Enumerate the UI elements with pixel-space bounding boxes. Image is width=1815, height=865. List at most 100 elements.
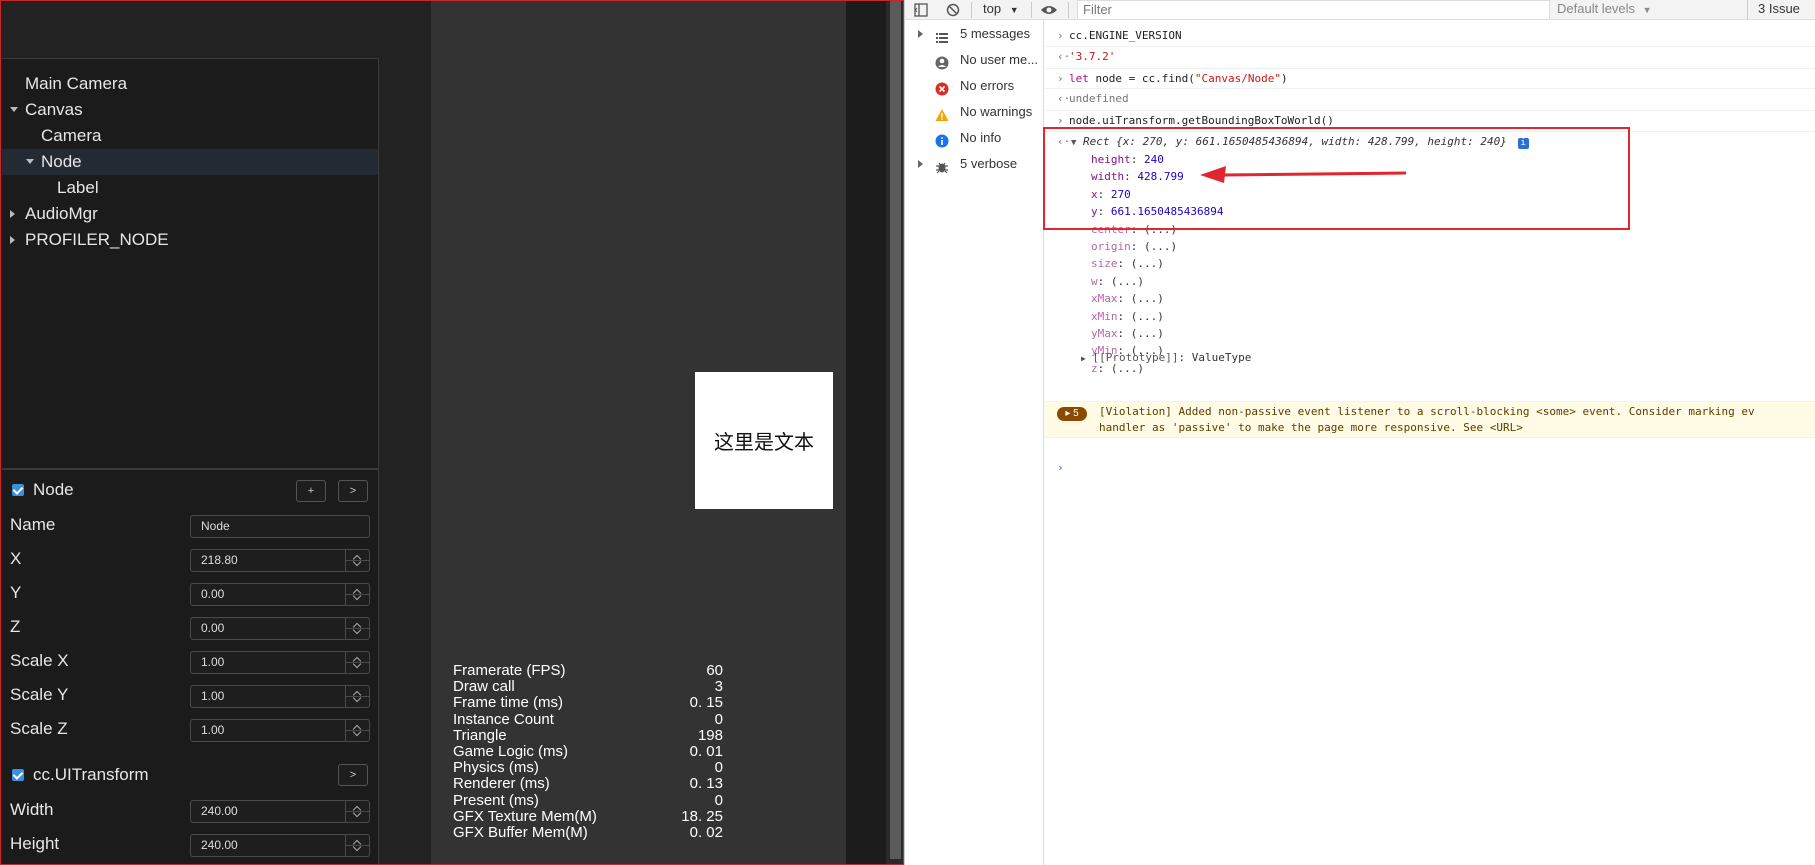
console-filter-label: No user me... <box>960 52 1039 67</box>
field-input[interactable]: 218.80 <box>190 549 370 572</box>
field-input[interactable]: 0.00 <box>190 617 370 640</box>
property-separator: : <box>1097 274 1111 288</box>
spinner-arrows-icon[interactable] <box>345 550 369 571</box>
profiler-metric-value: 60 <box>706 662 723 679</box>
expand-arrow-icon[interactable] <box>918 160 923 168</box>
console-filter-item[interactable]: No errors <box>905 73 1044 99</box>
profiler-metric-value: 0. 02 <box>689 823 723 841</box>
prototype-row[interactable]: ▶ [[Prototype]]: ValueType <box>1081 349 1251 366</box>
prototype-value: ValueType <box>1191 351 1252 364</box>
profiler-metric-name: Game Logic (ms) <box>453 742 569 760</box>
profiler-row: Triangle 198 <box>453 727 723 744</box>
profiler-row: Renderer (ms) 0. 13 <box>453 776 723 792</box>
profiler-row: Present (ms) 0 <box>453 792 723 809</box>
field-value: 218.80 <box>201 553 238 567</box>
spinner-arrows-icon[interactable] <box>345 686 369 707</box>
scrollbar[interactable] <box>886 1 903 864</box>
toolbar-divider <box>971 2 972 18</box>
hierarchy-item-label: Node <box>41 152 82 171</box>
field-input[interactable]: 1.00 <box>190 651 370 674</box>
rect-property-row[interactable]: size: (...) <box>1091 255 1164 272</box>
spinner-arrows-icon[interactable] <box>345 584 369 605</box>
hierarchy-item[interactable]: PROFILER_NODE <box>2 227 378 253</box>
field-value: Node <box>201 519 230 533</box>
console-filter-item[interactable]: No info <box>905 125 1044 151</box>
scrollbar-thumb[interactable] <box>890 1 901 859</box>
console-prompt[interactable]: › <box>1045 458 1815 478</box>
info-icon <box>935 131 949 148</box>
field-input[interactable]: 1.00 <box>190 685 370 708</box>
console-filter-item[interactable]: No warnings <box>905 99 1044 125</box>
rect-property-row[interactable]: xMin: (...) <box>1091 308 1164 325</box>
context-select[interactable]: top ▼ <box>983 0 1019 20</box>
field-value: 0.00 <box>201 587 225 601</box>
user-icon <box>935 53 949 70</box>
hierarchy-item[interactable]: Canvas <box>2 97 378 123</box>
console-result-line: ‹· '3.7.2' <box>1045 46 1815 66</box>
console-filter-label: No errors <box>960 78 1015 93</box>
console-filter-item[interactable]: No user me... <box>905 47 1044 73</box>
uitransform-enabled-checkbox[interactable] <box>12 769 24 781</box>
issues-button[interactable]: 3 Issue <box>1747 0 1815 20</box>
spinner-arrows-icon[interactable] <box>345 801 369 822</box>
violation-warning: ▸ 5 [Violation] Added non-passive event … <box>1045 401 1815 438</box>
console-input-line: › let node = cc.find("Canvas/Node") <box>1045 68 1815 88</box>
property-key: size <box>1091 257 1118 271</box>
hierarchy-item[interactable]: AudioMgr <box>2 201 378 227</box>
hierarchy-item-label: Label <box>57 178 99 197</box>
list-icon <box>935 27 949 43</box>
field-input[interactable]: 0.00 <box>190 583 370 606</box>
property-separator: : <box>1117 292 1131 306</box>
annotation-arrow <box>1200 166 1407 183</box>
collapse-arrow-icon[interactable] <box>10 210 15 218</box>
rect-property-row[interactable]: w: (...) <box>1091 273 1144 290</box>
field-value: 1.00 <box>201 655 225 669</box>
property-value: (...) <box>1130 327 1164 340</box>
command-text: let node = cc.find("Canvas/Node") <box>1069 69 1288 89</box>
spinner-arrows-icon[interactable] <box>345 720 369 741</box>
expand-arrow-icon[interactable] <box>918 30 923 38</box>
label-text: 这里是文本 <box>714 432 814 454</box>
expand-arrow-icon[interactable] <box>26 159 34 164</box>
field-label: Z <box>10 617 21 636</box>
profiler-metric-name: Frame time (ms) <box>453 694 563 712</box>
hierarchy-item[interactable]: Main Camera <box>2 71 378 97</box>
node-expand-button[interactable]: > <box>338 480 368 502</box>
hierarchy-item[interactable]: Label <box>2 175 378 201</box>
add-component-button[interactable]: + <box>296 480 326 502</box>
field-input[interactable]: 240.00 <box>190 834 370 857</box>
viewport-right-margin <box>846 1 886 864</box>
node-enabled-checkbox[interactable] <box>12 484 24 496</box>
property-separator: : <box>1117 309 1131 323</box>
field-input[interactable]: 1.00 <box>190 719 370 742</box>
field-label: Scale X <box>10 651 69 670</box>
rect-property-row[interactable]: origin: (...) <box>1091 238 1177 255</box>
profiler-row: Frame time (ms) 0. 15 <box>453 695 723 711</box>
hierarchy-item-label: PROFILER_NODE <box>25 230 169 249</box>
profiler-metric-name: GFX Texture Mem(M) <box>453 807 597 825</box>
property-value: (...) <box>1110 274 1144 288</box>
uitransform-expand-button[interactable]: > <box>338 764 368 786</box>
property-separator: : <box>1117 327 1131 340</box>
rect-property-row[interactable]: xMax: (...) <box>1091 290 1164 307</box>
expand-triangle-icon[interactable]: ▶ <box>1081 354 1086 363</box>
console-filter-item[interactable]: 5 verbose <box>905 151 1044 177</box>
console-filter-label: 5 messages <box>960 26 1031 41</box>
console-filter-item[interactable]: 5 messages <box>905 21 1044 47</box>
field-input[interactable]: Node <box>190 515 370 538</box>
hierarchy-item[interactable]: Node <box>2 149 378 175</box>
code-text: node = cc.find( <box>1088 72 1195 85</box>
hierarchy-item[interactable]: Camera <box>2 123 378 149</box>
field-value: 0.00 <box>201 621 225 635</box>
rect-property-row[interactable]: yMax: (...) <box>1091 325 1164 342</box>
field-input[interactable]: 240.00 <box>190 800 370 823</box>
expand-arrow-icon[interactable] <box>10 107 18 112</box>
spinner-arrows-icon[interactable] <box>345 652 369 673</box>
profiler-metric-name: Physics (ms) <box>453 759 539 777</box>
collapse-arrow-icon[interactable] <box>10 236 15 244</box>
spinner-arrows-icon[interactable] <box>345 618 369 639</box>
levels-dropdown[interactable]: Default levels ▼ <box>1557 0 1652 19</box>
spinner-arrows-icon[interactable] <box>345 835 369 856</box>
filter-input[interactable]: Filter <box>1077 0 1550 20</box>
violation-count-badge[interactable]: ▸ 5 <box>1057 407 1087 421</box>
